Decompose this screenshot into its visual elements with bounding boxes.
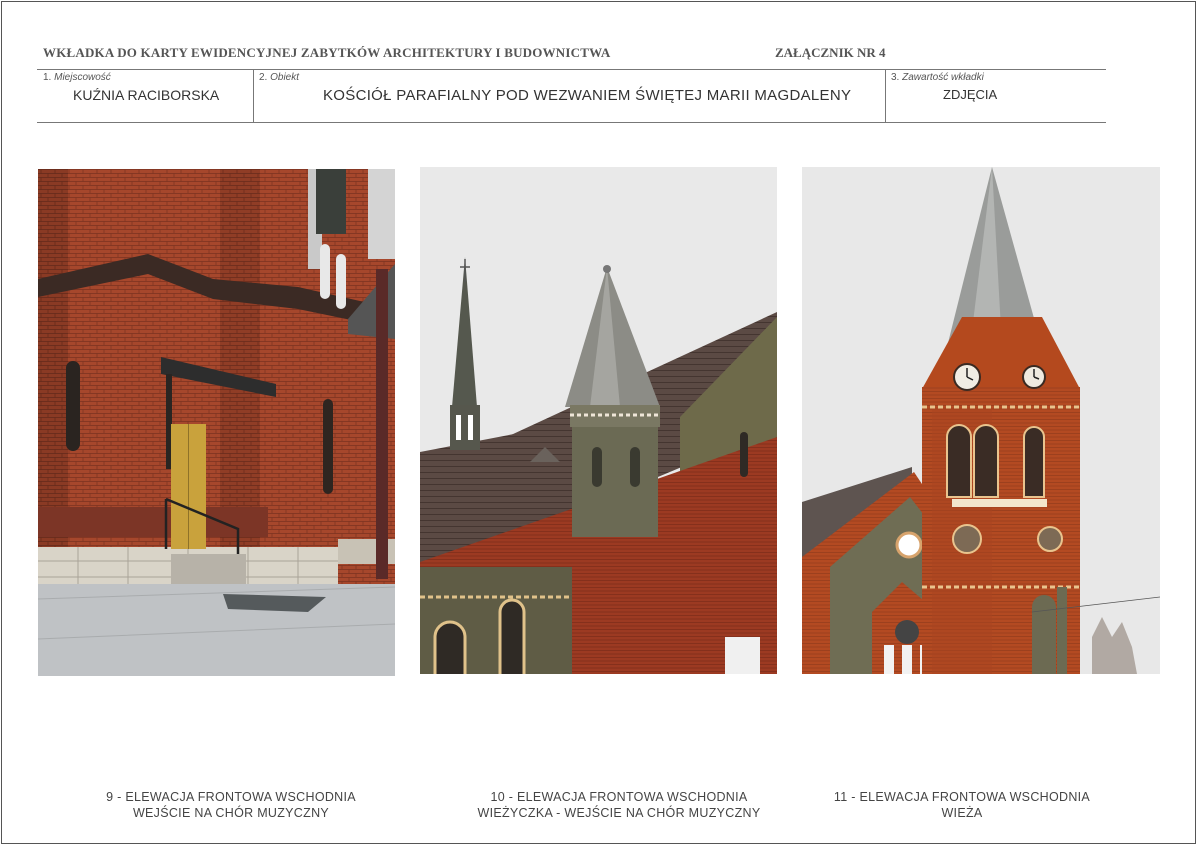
contents-value: ZDJĘCIA (943, 87, 998, 102)
record-form-table: 1. Miejscowość KUŹNIA RACIBORSKA 2. Obie… (37, 69, 1106, 123)
field-label: Miejscowość (54, 72, 111, 83)
caption-line: WEJŚCIE NA CHÓR MUZYCZNY (132, 806, 330, 820)
caption-line: WIEŻYCZKA - WEJŚCIE NA CHÓR MUZYCZNY (477, 806, 761, 820)
locality-value: KUŹNIA RACIBORSKA (73, 87, 220, 103)
photo-entrance-choir (38, 169, 395, 676)
caption-line: 9 - ELEWACJA FRONTOWA WSCHODNIA (106, 790, 356, 804)
field-object: 2. Obiekt KOŚCIÓŁ PARAFIALNY POD WEZWANI… (253, 70, 886, 123)
field-contents: 3. Zawartość wkładki ZDJĘCIA (885, 70, 1106, 123)
field-label: Obiekt (270, 72, 300, 83)
field-label: Zawartość wkładki (902, 72, 984, 83)
field-number: 2. (259, 72, 268, 83)
object-value: KOŚCIÓŁ PARAFIALNY POD WEZWANIEM ŚWIĘTEJ… (323, 87, 852, 104)
photo-caption-10: 10 - ELEWACJA FRONTOWA WSCHODNIA WIEŻYCZ… (449, 789, 789, 821)
field-locality: 1. Miejscowość KUŹNIA RACIBORSKA (37, 70, 254, 123)
document-title: WKŁADKA DO KARTY EWIDENCYJNEJ ZABYTKÓW A… (43, 45, 611, 60)
photo-caption-11: 11 - ELEWACJA FRONTOWA WSCHODNIA WIEŻA (792, 789, 1132, 821)
caption-line: WIEŻA (941, 806, 983, 820)
caption-line: 11 - ELEWACJA FRONTOWA WSCHODNIA (833, 790, 1091, 804)
photo-caption-9: 9 - ELEWACJA FRONTOWA WSCHODNIA WEJŚCIE … (61, 789, 401, 821)
photo-tower (802, 167, 1160, 674)
annex-number: ZAŁĄCZNIK NR 4 (775, 45, 886, 60)
field-number: 1. (43, 72, 52, 83)
photo-turret (420, 167, 777, 674)
field-number: 3. (891, 72, 900, 83)
caption-line: 10 - ELEWACJA FRONTOWA WSCHODNIA (490, 790, 748, 804)
